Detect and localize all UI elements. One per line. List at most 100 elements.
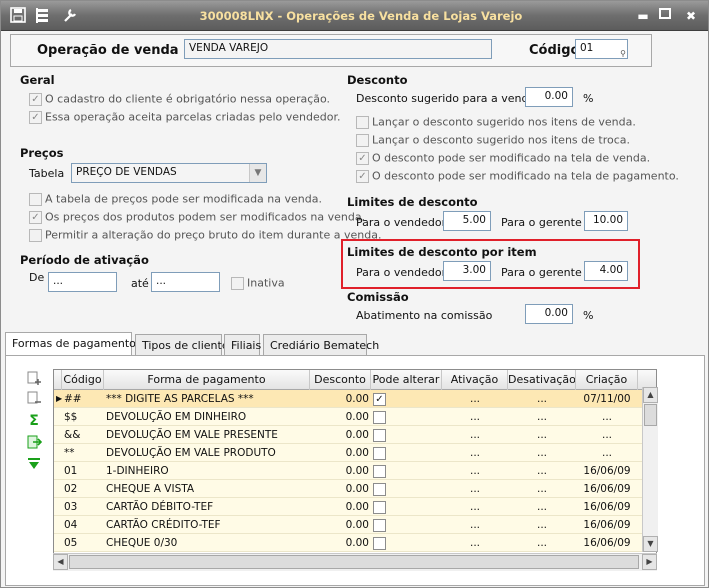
minimize-button[interactable]: ▬ — [635, 8, 651, 24]
cell-desconto[interactable]: 0.00 — [310, 498, 371, 516]
cell-forma-pagamento[interactable]: DEVOLUÇÃO EM VALE PRODUTO — [104, 444, 310, 462]
remove-row-icon[interactable] — [25, 390, 43, 406]
cell-criacao[interactable]: 07/11/00 — [576, 390, 638, 408]
limites-item-vendedor-field[interactable]: 3.00 — [443, 261, 491, 281]
cell-codigo[interactable]: 05 — [62, 534, 104, 552]
pode-alterar-checkbox[interactable] — [373, 518, 386, 532]
pode-alterar-checkbox[interactable] — [373, 464, 386, 478]
cell-criacao[interactable]: 16/06/09 — [576, 534, 638, 552]
filter-icon[interactable] — [34, 7, 52, 25]
cell-criacao[interactable]: ... — [576, 408, 638, 426]
cell-forma-pagamento[interactable]: CARTÃO DÉBITO-TEF — [104, 498, 310, 516]
cell-pode-alterar[interactable] — [371, 480, 442, 498]
cell-criacao[interactable]: ... — [576, 444, 638, 462]
cell-ativacao[interactable]: ... — [442, 516, 508, 534]
cell-forma-pagamento[interactable]: DEVOLUÇÃO EM DINHEIRO — [104, 408, 310, 426]
codigo-field[interactable]: 01 ⚲ — [575, 39, 628, 59]
cell-desativacao[interactable]: ... — [508, 516, 576, 534]
precos-opt3-checkbox[interactable]: Permitir a alteração do preço bruto do i… — [29, 228, 381, 242]
col-desconto[interactable]: Desconto — [310, 370, 371, 390]
cell-desconto[interactable]: 0.00 — [310, 534, 371, 552]
pode-alterar-checkbox[interactable] — [373, 536, 386, 550]
cell-desativacao[interactable]: ... — [508, 534, 576, 552]
col-forma-pagamento[interactable]: Forma de pagamento — [104, 370, 310, 390]
cell-desativacao[interactable]: ... — [508, 444, 576, 462]
chevron-down-icon[interactable]: ▼ — [249, 164, 266, 182]
checkbox[interactable]: ✓ — [29, 210, 42, 224]
table-row[interactable]: 04 CARTÃO CRÉDITO-TEF 0.00...... 16/06/09 — [54, 516, 642, 534]
cell-desativacao[interactable]: ... — [508, 408, 576, 426]
scroll-left-icon[interactable]: ◀ — [53, 554, 68, 570]
ate-date-field[interactable]: ... — [151, 272, 220, 292]
cell-pode-alterar[interactable] — [371, 408, 442, 426]
cell-desconto[interactable]: 0.00 — [310, 480, 371, 498]
scroll-right-icon[interactable]: ▶ — [642, 554, 657, 570]
pode-alterar-checkbox[interactable] — [373, 410, 386, 424]
precos-opt2-checkbox[interactable]: ✓ Os preços dos produtos podem ser modifi… — [29, 210, 365, 224]
checkbox[interactable] — [231, 276, 244, 290]
scrollbar-thumb[interactable] — [644, 404, 657, 426]
cell-criacao[interactable]: 16/06/09 — [576, 498, 638, 516]
save-icon[interactable] — [9, 7, 27, 25]
desconto-opt3-checkbox[interactable]: ✓ O desconto pode ser modificado na tela … — [356, 151, 650, 165]
table-row[interactable]: 01 1-DINHEIRO 0.00...... 16/06/09 — [54, 462, 642, 480]
cell-codigo[interactable]: ** — [62, 444, 104, 462]
cell-desativacao[interactable]: ... — [508, 498, 576, 516]
cell-pode-alterar[interactable] — [371, 426, 442, 444]
cell-codigo[interactable]: ## — [62, 390, 104, 408]
cell-ativacao[interactable]: ... — [442, 390, 508, 408]
precos-opt1-checkbox[interactable]: A tabela de preços pode ser modificada n… — [29, 192, 322, 206]
checkbox[interactable] — [29, 228, 42, 242]
cell-desconto[interactable]: 0.00 — [310, 444, 371, 462]
close-button[interactable]: ✖ — [683, 8, 699, 24]
cell-criacao[interactable]: ... — [576, 426, 638, 444]
h-scrollbar-thumb[interactable] — [69, 555, 639, 569]
limites-vendedor-field[interactable]: 5.00 — [443, 211, 491, 231]
pode-alterar-checkbox[interactable] — [373, 428, 386, 442]
pode-alterar-checkbox[interactable]: ✓ — [373, 392, 386, 406]
table-row[interactable]: 03 CARTÃO DÉBITO-TEF 0.00...... 16/06/09 — [54, 498, 642, 516]
cell-desativacao[interactable]: ... — [508, 462, 576, 480]
cell-codigo[interactable]: 02 — [62, 480, 104, 498]
cell-codigo[interactable]: 01 — [62, 462, 104, 480]
pode-alterar-checkbox[interactable] — [373, 500, 386, 514]
cell-ativacao[interactable]: ... — [442, 408, 508, 426]
cell-forma-pagamento[interactable]: DEVOLUÇÃO EM VALE PRESENTE — [104, 426, 310, 444]
collapse-icon[interactable] — [25, 456, 43, 472]
cell-ativacao[interactable]: ... — [442, 498, 508, 516]
checkbox[interactable]: ✓ — [356, 151, 369, 165]
inativa-checkbox[interactable]: Inativa — [231, 276, 285, 290]
cell-ativacao[interactable]: ... — [442, 444, 508, 462]
cell-pode-alterar[interactable] — [371, 462, 442, 480]
cell-forma-pagamento[interactable]: 1-DINHEIRO — [104, 462, 310, 480]
pode-alterar-checkbox[interactable] — [373, 446, 386, 460]
col-pode-alterar[interactable]: Pode alterar — [371, 370, 442, 390]
limites-gerente-field[interactable]: 10.00 — [584, 211, 628, 231]
wrench-icon[interactable] — [61, 7, 79, 25]
table-row[interactable]: 02 CHEQUE A VISTA 0.00...... 16/06/09 — [54, 480, 642, 498]
table-row[interactable]: 05 CHEQUE 0/30 0.00...... 16/06/09 — [54, 534, 642, 552]
cell-pode-alterar[interactable]: ✓ — [371, 390, 442, 408]
desconto-opt4-checkbox[interactable]: ✓ O desconto pode ser modificado na tela … — [356, 169, 679, 183]
abatimento-field[interactable]: 0.00 — [525, 304, 573, 324]
cell-codigo[interactable]: $$ — [62, 408, 104, 426]
cell-codigo[interactable]: 04 — [62, 516, 104, 534]
cell-pode-alterar[interactable] — [371, 516, 442, 534]
tabela-select[interactable]: PREÇO DE VENDAS ▼ — [71, 163, 267, 183]
cell-criacao[interactable]: 16/06/09 — [576, 462, 638, 480]
cell-desativacao[interactable]: ... — [508, 390, 576, 408]
geral-opt1-checkbox[interactable]: ✓ O cadastro do cliente é obrigatório nes… — [29, 92, 330, 106]
cell-ativacao[interactable]: ... — [442, 426, 508, 444]
col-ativacao[interactable]: Ativação — [442, 370, 508, 390]
export-icon[interactable] — [25, 434, 43, 450]
cell-forma-pagamento[interactable]: CARTÃO CRÉDITO-TEF — [104, 516, 310, 534]
limites-item-gerente-field[interactable]: 4.00 — [584, 261, 628, 281]
cell-pode-alterar[interactable] — [371, 534, 442, 552]
cell-desconto[interactable]: 0.00 — [310, 408, 371, 426]
checkbox[interactable]: ✓ — [29, 92, 42, 106]
tab-filiais[interactable]: Filiais — [224, 334, 261, 356]
cell-forma-pagamento[interactable]: *** DIGITE AS PARCELAS *** — [104, 390, 310, 408]
geral-opt2-checkbox[interactable]: ✓ Essa operação aceita parcelas criadas p… — [29, 110, 341, 124]
desconto-opt2-checkbox[interactable]: Lançar o desconto sugerido nos itens de … — [356, 133, 630, 147]
horizontal-scrollbar[interactable]: ◀ ▶ — [53, 553, 657, 571]
